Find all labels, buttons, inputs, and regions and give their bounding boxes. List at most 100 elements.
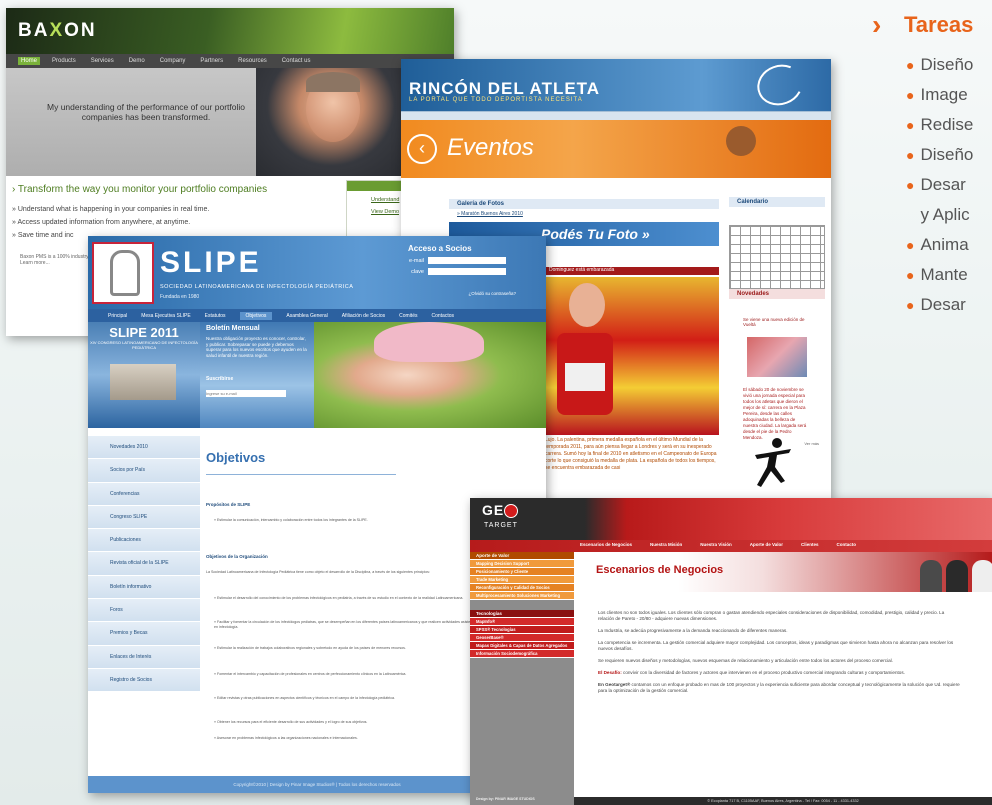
sidebar-item[interactable]: SPSS® Tecnologías (470, 626, 574, 634)
logo-part: ON (64, 20, 97, 41)
sidebar-item[interactable]: Enlaces de Interés (88, 645, 200, 669)
band-photo (726, 126, 756, 156)
nav-contacto[interactable]: Contacto (837, 542, 857, 552)
geotarget-banner: Escenarios de Negocios (574, 552, 992, 592)
forgot-password-link[interactable]: ¿Olvidó su contraseña? (398, 291, 516, 296)
geotarget-logo[interactable]: GE (482, 502, 519, 519)
congress-banner[interactable]: SLIPE 2011 XIV CONGRESO LATINOAMERICANO … (88, 322, 200, 428)
slipe-org-name: SOCIEDAD LATINOAMERICANA DE INFECTOLOGÍA… (160, 284, 354, 290)
sidebar-item[interactable]: MapInfo® (470, 618, 574, 626)
sidebar-item[interactable]: GeoserBase® (470, 634, 574, 642)
sidebar-item[interactable]: Mapas Digitales & Capas de Datos Agregad… (470, 642, 574, 650)
nav-resources[interactable]: Resources (235, 57, 270, 65)
section-text: » Estimular la comunicación, intercambio… (214, 518, 368, 522)
runner-silhouette-icon (755, 438, 791, 487)
novedad-title: Se viene una nueva edición de Vueltá (743, 317, 805, 327)
nav-objetivos[interactable]: Objetivos (239, 311, 273, 320)
rincon-title[interactable]: RINCÓN DEL ATLETA (409, 79, 600, 99)
nav-company[interactable]: Company (157, 57, 189, 65)
rincon-subtitle: LA PORTAL QUE TODO DEPORTISTA NECESITA (409, 97, 583, 103)
password-field[interactable] (428, 268, 506, 275)
email-label: e-mail (409, 257, 424, 264)
sidebar-item[interactable]: Posicionamiento y Cliente (470, 568, 574, 576)
sidebar-heading: Tecnologías (470, 610, 574, 618)
task-item: ● Redise (906, 110, 992, 140)
slipe-title: SLIPE (160, 246, 262, 279)
nav-vision[interactable]: Nuestra Visión (700, 542, 731, 552)
nav-comites[interactable]: Comités (399, 313, 417, 319)
nav-demo[interactable]: Demo (126, 57, 148, 65)
sidebar-item[interactable]: Congreso SLIPE (88, 505, 200, 530)
sidebar-item[interactable]: Trade Marketing (470, 576, 574, 584)
calendar-grid[interactable] (729, 225, 825, 289)
bullet-icon: ● (906, 87, 915, 103)
subscribe-input[interactable] (206, 390, 286, 397)
nav-contact[interactable]: Contact us (279, 57, 314, 65)
nav-aporte[interactable]: Aporte de Valor (750, 542, 783, 552)
sidebar-item[interactable]: Reconfiguración y Calidad de Socios (470, 584, 574, 592)
task-item: ● Diseño (906, 140, 992, 170)
paragraph: La competencia se incrementa. La gestión… (598, 640, 954, 651)
slipe-founded: Fundada en 1980 (160, 294, 200, 300)
logo-text: GE (482, 502, 505, 518)
geotarget-sidebar: Aporte de Valor Mapping Decision Support… (470, 552, 574, 805)
sidebar-item[interactable]: Información Sociodemográfica (470, 650, 574, 658)
task-item: ● Desar (906, 170, 992, 200)
sidebar-item[interactable]: Registro de Socios (88, 668, 200, 693)
desafio-text: convivir con la diversidad de factores y… (621, 670, 905, 675)
sidebar-item[interactable]: Revista oficial de la SLIPE (88, 552, 200, 576)
baxon-logo[interactable]: BAXON (18, 20, 97, 42)
task-item: ● Diseño (906, 50, 992, 80)
banner-title: Escenarios de Negocios (596, 564, 724, 576)
baby-photo (314, 322, 546, 428)
nav-mesa[interactable]: Mesa Ejecutiva SLIPE (141, 313, 190, 319)
nav-home[interactable]: Home (18, 57, 41, 65)
nav-services[interactable]: Services (88, 57, 117, 65)
slipe-logo[interactable] (92, 242, 154, 304)
runner-logo-icon (751, 59, 809, 112)
sidebar-item[interactable]: Conferencias (88, 482, 200, 506)
nav-asamblea[interactable]: Asamblea General (286, 313, 327, 319)
sidebar-item[interactable]: Novedades 2010 (88, 436, 200, 460)
nav-products[interactable]: Products (49, 57, 79, 65)
sidebar-item[interactable]: Socios por País (88, 459, 200, 483)
tasks-list: ●Diseño ● Image ●Redise ●Diseño ●Desar ● y… (872, 50, 992, 320)
nav-contactos[interactable]: Contactos (431, 313, 454, 319)
tasks-header: › Tareas (872, 8, 992, 42)
congress-photo (110, 364, 176, 400)
sidebar-heading: Aporte de Valor (470, 552, 574, 560)
back-arrow-icon[interactable]: ‹ (407, 134, 437, 164)
tasks-panel: › Tareas ● Diseño ● Image ● Redise ● Diseño … (872, 8, 992, 320)
athlete-photo (545, 277, 719, 435)
nav-mision[interactable]: Nuestra Misión (650, 542, 682, 552)
bullet-icon: ● (906, 117, 915, 133)
geotarget-footer: © Ecoplanta 717 B, C1105AAF, Buenos Aire… (574, 797, 992, 805)
sidebar-item[interactable]: Premios y Becas (88, 622, 200, 646)
paragraph: La Industria, se adecúa progresivamente … (598, 628, 788, 633)
nav-estatutos[interactable]: Estatutos (205, 313, 226, 319)
nav-partners[interactable]: Partners (197, 57, 226, 65)
task-item: ● Anima (906, 230, 992, 260)
task-label: y Aplic (920, 205, 970, 224)
nav-principal[interactable]: Principal (108, 313, 127, 319)
section-heading: Propósitos de SLIPE (206, 502, 251, 507)
sidebar-item[interactable]: Foros (88, 599, 200, 623)
sidebar-item[interactable]: Mapping Decision Support (470, 560, 574, 568)
hero-quote: My understanding of the performance of o… (47, 102, 245, 122)
password-row: clave (398, 268, 538, 275)
task-label: Image (920, 85, 968, 104)
novedad-item[interactable]: Se viene una nueva edición de Vueltá (729, 315, 825, 381)
nav-afiliacion[interactable]: Afiliación de Socios (342, 313, 385, 319)
subscribe-label: Suscribirse (206, 376, 234, 382)
maraton-link[interactable]: » Maratón Buenos Aires 2010 (457, 211, 523, 217)
email-field[interactable] (428, 257, 506, 264)
hero-hair (306, 72, 360, 92)
sidebar-item[interactable]: Multiprocesamiento Soluciones Marketing (470, 592, 574, 600)
nav-escenarios[interactable]: Escenarios de Negocios (580, 542, 632, 552)
sidebar-item[interactable]: Boletín informativo (88, 575, 200, 600)
rincon-nav[interactable] (401, 111, 831, 120)
boletin-box: Boletín Mensual Nuestra obligación proye… (200, 322, 314, 428)
sidebar-item[interactable]: Publicaciones (88, 529, 200, 553)
bullet-icon: ● (906, 237, 915, 253)
nav-clientes[interactable]: Clientes (801, 542, 819, 552)
